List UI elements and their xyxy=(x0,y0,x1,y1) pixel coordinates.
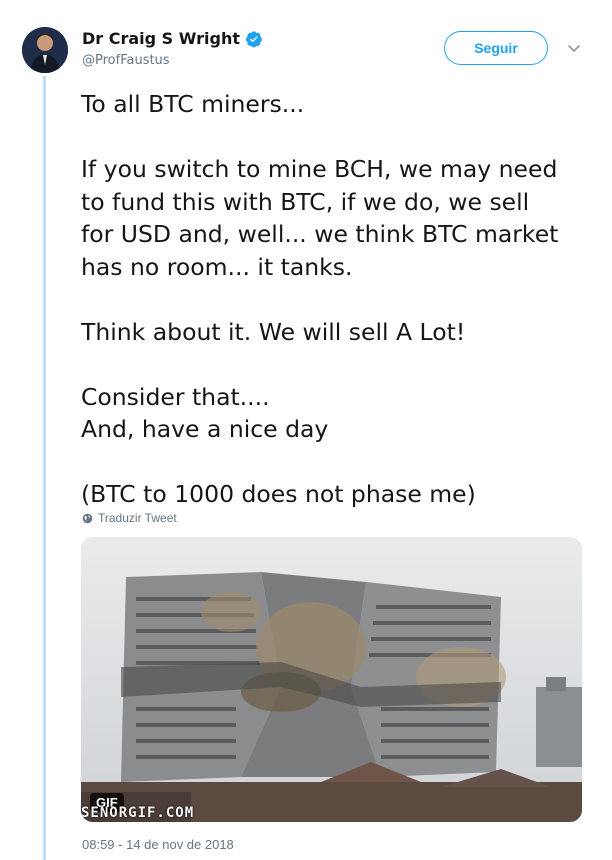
translate-tweet-link[interactable]: Traduzir Tweet xyxy=(82,511,177,525)
author-handle[interactable]: @ProfFaustus xyxy=(82,53,170,68)
tweet-line: has no room... it tanks. xyxy=(81,252,353,281)
tweet-line: to fund this with BTC, if we do, we sell xyxy=(81,187,530,216)
tweet-line: Consider that.... xyxy=(81,382,270,411)
thread-connector-line xyxy=(43,76,46,860)
tweet-text: To all BTC miners... If you switch to mi… xyxy=(81,88,591,511)
tweet-line: If you switch to mine BCH, we may need xyxy=(81,155,558,183)
follow-button[interactable]: Seguir xyxy=(444,31,548,65)
tweet-line: To all BTC miners... xyxy=(81,90,305,118)
avatar[interactable] xyxy=(22,27,68,73)
verified-badge-icon xyxy=(245,30,262,47)
building-demolition-image xyxy=(81,537,582,822)
tweet-timestamp[interactable]: 08:59 - 14 de nov de 2018 xyxy=(82,837,234,852)
author-name-row[interactable]: Dr Craig S Wright xyxy=(82,29,263,48)
tweet-line: And, have a nice day xyxy=(81,415,329,443)
gif-media[interactable]: GIF SENORGIF.COM xyxy=(81,537,582,822)
chevron-down-icon[interactable] xyxy=(566,40,582,56)
tweet-line: (BTC to 1000 does not phase me) xyxy=(81,480,476,508)
gif-watermark: SENORGIF.COM xyxy=(81,805,195,821)
translate-tweet-label[interactable]: Traduzir Tweet xyxy=(98,511,177,525)
globe-icon xyxy=(82,513,93,523)
tweet-line: for USD and, well... we think BTC market xyxy=(81,220,559,248)
author-name[interactable]: Dr Craig S Wright xyxy=(82,29,240,48)
tweet-line: Think about it. We will sell A Lot! xyxy=(81,317,466,346)
